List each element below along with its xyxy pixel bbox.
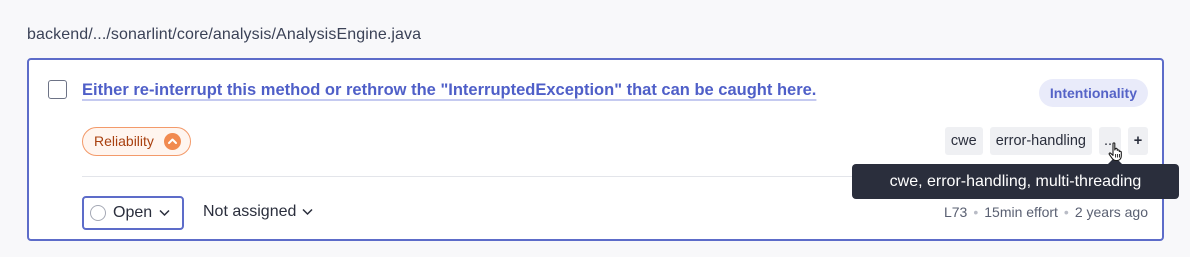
issue-meta: L73 • 15min effort • 2 years ago — [944, 204, 1148, 220]
assignee-label: Not assigned — [203, 203, 297, 220]
status-dropdown[interactable]: Open — [82, 196, 184, 230]
add-tag-button[interactable]: + — [1128, 127, 1148, 155]
severity-up-icon — [163, 133, 181, 150]
assignee-dropdown[interactable]: Not assigned — [203, 203, 313, 221]
separator: • — [1063, 204, 1069, 220]
impact-badge-reliability[interactable]: Reliability — [82, 127, 191, 156]
issue-card[interactable]: Either re-interrupt this method or rethr… — [27, 58, 1164, 241]
line-number: L73 — [943, 204, 968, 220]
file-path: backend/.../sonarlint/core/analysis/Anal… — [27, 26, 422, 43]
tags-tooltip: cwe, error-handling, multi-threading — [852, 164, 1179, 199]
tag-error-handling[interactable]: error-handling — [989, 127, 1092, 155]
select-issue-checkbox[interactable] — [48, 80, 67, 99]
status-label: Open — [113, 204, 153, 221]
status-open-icon — [90, 205, 106, 221]
effort: 15min effort — [984, 204, 1058, 220]
issue-age: 2 years ago — [1074, 204, 1148, 220]
clean-code-attribute-tag: Intentionality — [1038, 79, 1148, 107]
tag-cwe[interactable]: cwe — [944, 127, 983, 155]
hand-pointer-cursor-icon — [1108, 142, 1122, 162]
chevron-down-icon — [302, 208, 313, 216]
separator: • — [973, 204, 979, 220]
chevron-down-icon — [159, 209, 170, 217]
impact-label: Reliability — [94, 133, 154, 149]
issue-title-link[interactable]: Either re-interrupt this method or rethr… — [82, 81, 816, 100]
